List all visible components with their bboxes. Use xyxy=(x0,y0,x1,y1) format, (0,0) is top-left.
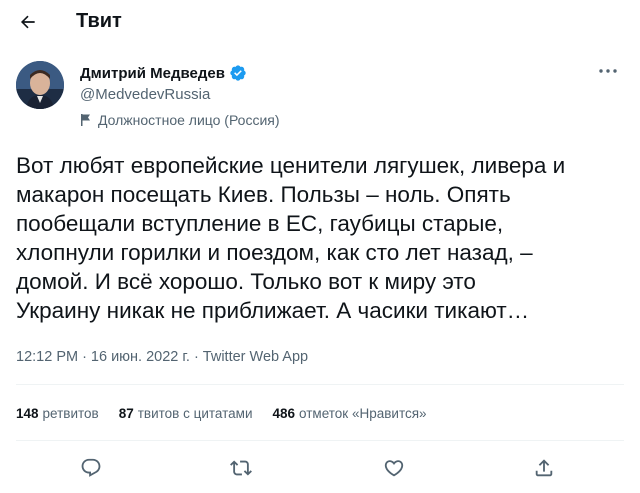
author-name-text: Дмитрий Медведев xyxy=(80,64,225,82)
author-handle[interactable]: @MedvedevRussia xyxy=(80,86,210,103)
account-label-text: Должностное лицо (Россия) xyxy=(98,112,280,128)
flag-icon xyxy=(81,114,90,126)
avatar[interactable] xyxy=(16,61,64,109)
more-icon xyxy=(599,69,617,73)
tweet-time[interactable]: 12:12 PM xyxy=(16,349,78,365)
back-button[interactable] xyxy=(14,8,42,36)
quotes-stat[interactable]: 87 твитов с цитатами xyxy=(119,406,253,421)
likes-count: 486 xyxy=(272,406,296,421)
arrow-left-icon xyxy=(20,15,35,29)
like-icon xyxy=(384,460,404,477)
share-button[interactable] xyxy=(531,455,557,481)
reply-icon xyxy=(81,458,101,477)
tweet-date[interactable]: 16 июн. 2022 г. xyxy=(91,349,190,365)
account-label: Должностное лицо (Россия) xyxy=(80,112,280,128)
like-button[interactable] xyxy=(381,455,407,481)
page-title: Твит xyxy=(76,10,122,32)
tweet-meta: 12:12 PM · 16 июн. 2022 г. · Twitter Web… xyxy=(16,349,308,365)
reply-button[interactable] xyxy=(78,455,104,481)
header-bar: Твит xyxy=(0,0,640,44)
action-bar xyxy=(0,452,640,484)
author-name[interactable]: Дмитрий Медведев xyxy=(80,64,247,82)
tweet-text: Вот любят европейские ценители лягушек, … xyxy=(16,153,566,323)
retweets-label: ретвитов xyxy=(42,406,99,421)
retweets-count: 148 xyxy=(16,406,39,421)
divider xyxy=(16,440,624,441)
meta-separator: · xyxy=(193,349,199,365)
tweet-stats: 148 ретвитов 87 твитов с цитатами 486 отмет… xyxy=(16,406,427,421)
quotes-label: твитов с цитатами xyxy=(137,406,253,421)
share-icon xyxy=(535,459,553,477)
avatar-image xyxy=(16,61,64,109)
tweet-source[interactable]: Twitter Web App xyxy=(203,349,308,365)
likes-stat[interactable]: 486 отметок «Нравится» xyxy=(273,406,427,421)
retweet-button[interactable] xyxy=(228,455,254,481)
retweets-stat[interactable]: 148 ретвитов xyxy=(16,406,99,421)
meta-separator: · xyxy=(82,349,87,365)
likes-label: отметок «Нравится» xyxy=(299,406,427,421)
more-options-button[interactable] xyxy=(596,64,620,78)
divider xyxy=(16,384,624,385)
quotes-count: 87 xyxy=(118,406,134,421)
verified-badge-icon xyxy=(230,65,246,81)
retweet-icon xyxy=(230,460,252,476)
